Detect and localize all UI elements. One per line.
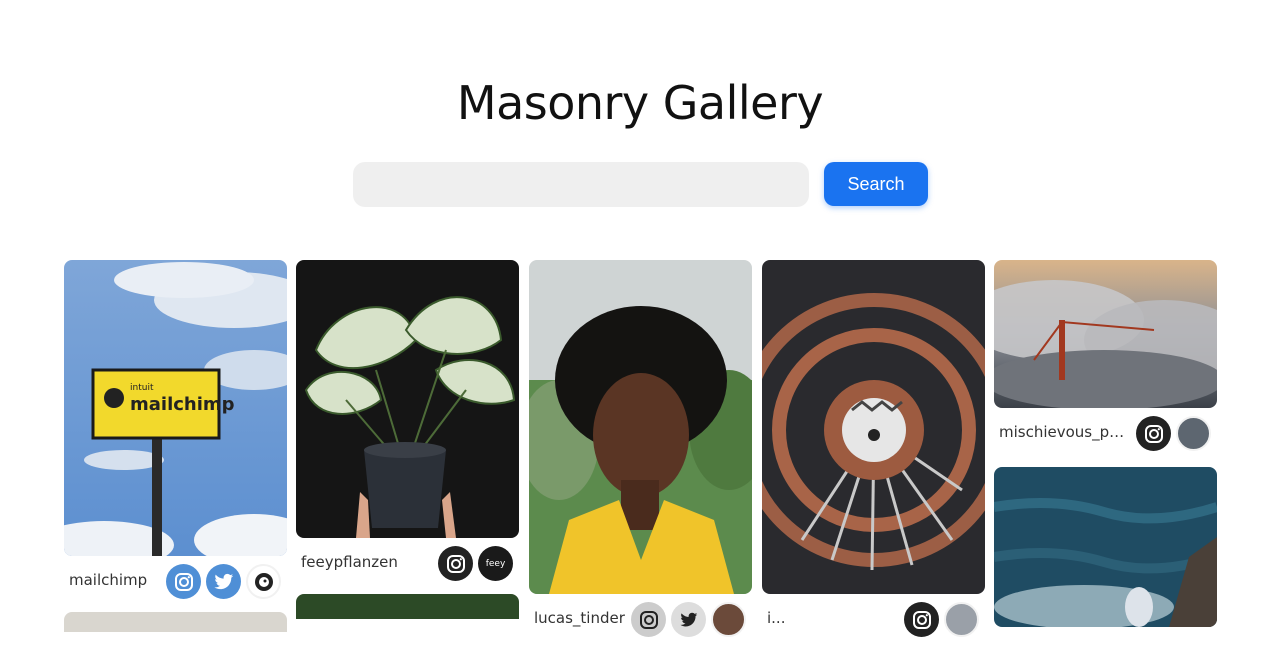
social-links: feey xyxy=(438,546,513,581)
card-meta: feeypflanzen feey xyxy=(296,538,519,594)
gallery-column-4: i... xyxy=(762,260,985,650)
gallery-card[interactable]: mischievous_pe... xyxy=(994,260,1217,464)
gallery-card[interactable]: lucas_tinder xyxy=(529,260,752,650)
photo-spiral-staircase[interactable] xyxy=(762,260,985,594)
avatar[interactable] xyxy=(711,602,746,637)
social-links xyxy=(631,602,746,637)
avatar[interactable] xyxy=(944,602,979,637)
avatar[interactable] xyxy=(1176,416,1211,451)
card-meta: mischievous_pe... xyxy=(994,408,1217,464)
gallery-card[interactable]: feeypflanzen feey xyxy=(296,260,519,619)
photo-woman-portrait[interactable] xyxy=(529,260,752,594)
social-links xyxy=(904,602,979,637)
photo-monstera-plant[interactable] xyxy=(296,260,519,538)
instagram-icon[interactable] xyxy=(631,602,666,637)
page-title: Masonry Gallery xyxy=(456,76,824,130)
sign-big-text: mailchimp xyxy=(130,394,235,415)
card-meta: mailchimp xyxy=(64,556,287,612)
mailchimp-avatar[interactable] xyxy=(246,564,281,599)
social-links xyxy=(166,564,281,599)
gallery-column-2: feeypflanzen feey xyxy=(296,260,519,619)
username[interactable]: mischievous_pe... xyxy=(999,423,1127,441)
gallery-card[interactable] xyxy=(994,467,1217,627)
photo-next[interactable] xyxy=(296,594,519,619)
gallery-column-1: intuit mailchimp mailchimp xyxy=(64,260,287,632)
search-button[interactable]: Search xyxy=(824,162,928,206)
gallery-card[interactable]: i... xyxy=(762,260,985,650)
feey-avatar[interactable]: feey xyxy=(478,546,513,581)
twitter-icon[interactable] xyxy=(206,564,241,599)
social-links xyxy=(1136,416,1211,451)
search-input[interactable] xyxy=(353,162,809,207)
card-meta: i... xyxy=(762,594,985,650)
username[interactable]: feeypflanzen xyxy=(301,553,398,571)
username[interactable]: i... xyxy=(767,609,785,627)
gallery-column-3: lucas_tinder xyxy=(529,260,752,650)
photo-golden-gate-fog[interactable] xyxy=(994,260,1217,408)
gallery-card[interactable]: intuit mailchimp mailchimp xyxy=(64,260,287,632)
gallery-column-5: mischievous_pe... xyxy=(994,260,1217,627)
username[interactable]: mailchimp xyxy=(69,571,147,589)
instagram-icon[interactable] xyxy=(438,546,473,581)
sign-small-text: intuit xyxy=(130,383,154,393)
username[interactable]: lucas_tinder xyxy=(534,609,625,627)
search-bar: Search xyxy=(353,162,928,207)
instagram-icon[interactable] xyxy=(166,564,201,599)
instagram-icon[interactable] xyxy=(1136,416,1171,451)
photo-ocean-cliff[interactable] xyxy=(994,467,1217,627)
twitter-icon[interactable] xyxy=(671,602,706,637)
instagram-icon[interactable] xyxy=(904,602,939,637)
photo-mailchimp-sign[interactable]: intuit mailchimp xyxy=(64,260,287,556)
card-meta: lucas_tinder xyxy=(529,594,752,650)
photo-next[interactable] xyxy=(64,612,287,632)
